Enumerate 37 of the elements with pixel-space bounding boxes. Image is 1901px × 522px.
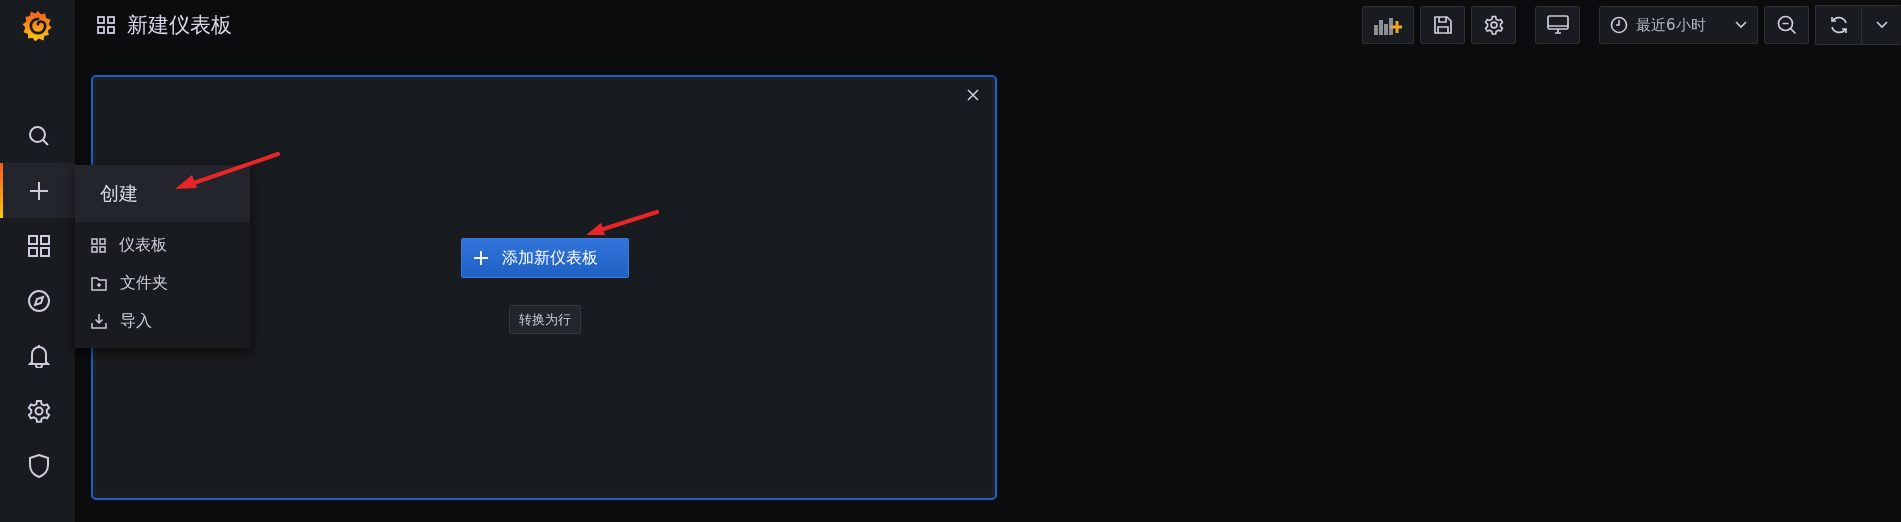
grid-icon <box>91 237 106 253</box>
add-dashboard-button[interactable]: 添加新仪表板 <box>461 238 629 278</box>
menu-header[interactable]: 创建 <box>75 165 250 222</box>
tv-mode-button[interactable] <box>1535 6 1580 44</box>
grid-icon <box>97 16 115 34</box>
time-range-picker[interactable]: 最近6小时 <box>1599 6 1758 44</box>
plus-icon <box>28 179 50 202</box>
dashboard-title: 新建仪表板 <box>127 12 232 39</box>
zoom-out-icon <box>1776 15 1797 35</box>
bar-chart-plus-icon <box>1374 15 1402 35</box>
monitor-icon <box>1546 15 1569 35</box>
caret-icon <box>1735 21 1747 29</box>
search-icon <box>27 123 51 148</box>
refresh-button[interactable] <box>1816 6 1861 44</box>
refresh-icon <box>1828 15 1849 35</box>
menu-item[interactable]: 仪表板 <box>75 226 250 264</box>
save-button[interactable] <box>1420 6 1465 44</box>
add-panel-button[interactable] <box>1362 6 1414 44</box>
settings-button[interactable] <box>1471 6 1516 44</box>
download-icon <box>91 313 107 329</box>
menu-item[interactable]: 导入 <box>75 302 250 340</box>
settings-icon <box>27 398 51 423</box>
bell-icon <box>28 343 50 368</box>
clock-icon <box>1610 16 1628 34</box>
save-icon <box>1432 15 1453 35</box>
menu-item[interactable]: 文件夹 <box>75 264 250 302</box>
grid-icon <box>27 233 51 258</box>
compass-icon <box>27 288 51 313</box>
settings-icon <box>1483 15 1504 35</box>
plus-icon <box>474 251 488 265</box>
close-icon[interactable] <box>967 89 979 101</box>
shield-icon <box>28 453 50 478</box>
convert-to-row-button[interactable]: 转换为行 <box>509 305 581 334</box>
folder-plus-icon <box>91 275 107 291</box>
zoom-out-button[interactable] <box>1764 6 1809 44</box>
nav-item[interactable] <box>0 163 75 218</box>
caret-icon <box>1875 21 1888 29</box>
